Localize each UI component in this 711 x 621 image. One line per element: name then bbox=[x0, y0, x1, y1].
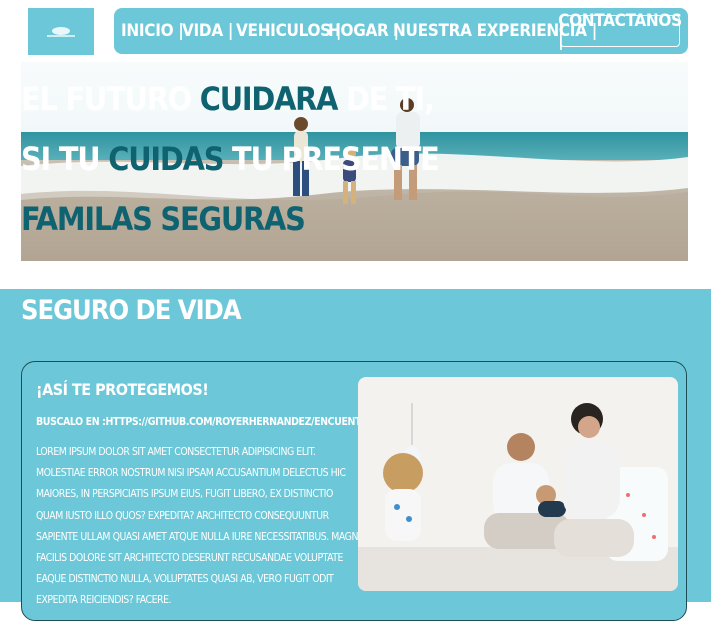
card-heading: ¡ASÍ TE PROTEGEMOS! bbox=[36, 380, 209, 399]
contact-button[interactable]: CONTACTANOS | bbox=[558, 11, 682, 51]
hero-line2-highlight: CUIDAS bbox=[108, 140, 224, 178]
logo[interactable] bbox=[28, 8, 94, 55]
hero-line2-part2: TU PRESENTE bbox=[223, 140, 440, 178]
logo-icon bbox=[47, 26, 75, 37]
hero-line2-part1: SI TU bbox=[21, 140, 109, 178]
hero-headline-line-2: SI TU CUIDAS TU PRESENTE bbox=[21, 140, 440, 178]
section-title: SEGURO DE VIDA bbox=[21, 295, 242, 326]
nav-item-inicio[interactable]: INICIO | bbox=[121, 21, 184, 41]
nav-item-hogar[interactable]: HOGAR | bbox=[328, 21, 399, 41]
nav-item-vehiculos[interactable]: VEHICULOS | bbox=[236, 21, 341, 41]
hero-headline-line-3: FAMILAS SEGURAS bbox=[21, 200, 306, 238]
hero-line1-part1: EL FUTURO bbox=[21, 80, 200, 118]
family-photo-image bbox=[358, 377, 678, 591]
card-body-text: LOREM IPSUM DOLOR SIT AMET CONSECTETUR A… bbox=[36, 446, 361, 607]
hero-line1-part2: DE TI, bbox=[337, 80, 435, 118]
hero-line1-highlight: CUIDARA bbox=[199, 80, 339, 118]
seguro-de-vida-section: SEGURO DE VIDA ¡ASÍ TE PROTEGEMOS! BUSCA… bbox=[0, 289, 711, 621]
family-photo bbox=[358, 377, 678, 591]
hero-headline-line-1: EL FUTURO CUIDARA DE TI, bbox=[21, 80, 435, 118]
main-nav: INICIO | VIDA | VEHICULOS | HOGAR | NUES… bbox=[114, 8, 688, 54]
nav-item-vida[interactable]: VIDA | bbox=[182, 21, 233, 41]
search-link[interactable]: BUSCALO EN :HTTPS://GITHUB.COM/ROYERHERN… bbox=[36, 416, 388, 428]
hero-banner: EL FUTURO CUIDARA DE TI, SI TU CUIDAS TU… bbox=[21, 62, 688, 261]
info-card: ¡ASÍ TE PROTEGEMOS! BUSCALO EN :HTTPS://… bbox=[21, 361, 687, 621]
